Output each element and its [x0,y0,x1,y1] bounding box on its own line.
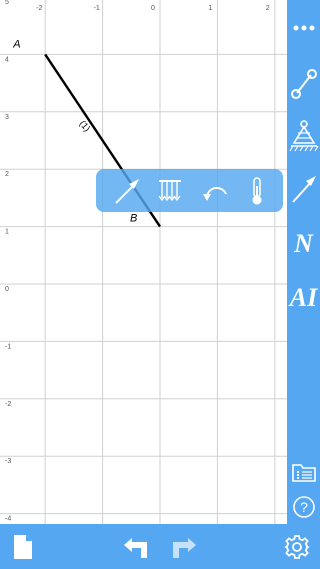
drawing-canvas[interactable]: -2 -1 0 1 2 5 4 3 2 1 0 -1 -2 -3 -4 (1) AB [0,0,287,524]
point-load-button[interactable] [108,172,145,209]
new-file-icon [14,534,32,559]
help-icon-glyph: ? [300,499,308,515]
y-tick-label: 3 [5,114,9,121]
y-tick-label: 4 [5,56,9,63]
load-toolbar [96,169,283,212]
y-tick-label: -4 [5,516,11,523]
redo-icon [173,537,196,558]
new-file-button[interactable] [8,524,38,569]
add-support-button[interactable] [287,116,320,156]
temperature-button[interactable] [238,172,275,209]
support-icon [288,120,319,152]
folder-list-icon [291,464,316,482]
x-tick-label: -2 [36,5,42,12]
help-icon: ? [292,496,315,518]
add-force-button[interactable] [287,168,320,210]
moment-icon [202,186,227,201]
bottom-toolbar [0,524,320,569]
temperature-icon [252,176,261,204]
more-icon [293,25,314,31]
ai-button[interactable]: AI [287,280,320,316]
settings-icon [284,534,310,559]
more-button[interactable] [287,10,320,46]
point-label-b: B [130,213,137,225]
y-tick-label: 2 [5,171,9,178]
grid-area[interactable]: -2 -1 0 1 2543210-1-2-3-4 (1) AB [0,0,287,524]
force-icon [291,176,316,203]
x-tick-label: -1 [94,5,100,12]
y-tick-label: 1 [5,229,9,236]
help-button[interactable]: ? [287,493,320,521]
point-load-icon [114,178,139,204]
point-label-a: A [12,38,20,50]
undo-button[interactable] [120,524,152,569]
grid-lines [0,0,287,524]
y-tick-label: -1 [5,343,11,350]
distributed-load-icon [157,179,181,201]
normal-force-button[interactable]: N [287,226,320,262]
y-tick-label: -3 [5,458,11,465]
right-sidebar: N AI ? [287,0,320,524]
normal-force-icon: N [294,229,313,258]
y-tick-label: -2 [5,401,11,408]
undo-icon [124,537,147,558]
redo-button[interactable] [168,524,200,569]
ai-icon: AI [289,283,318,312]
moment-button[interactable] [197,172,234,209]
x-tick-label: 0 [151,5,155,12]
member-icon [290,69,317,99]
y-tick-label: 0 [5,286,9,293]
file-list-button[interactable] [287,455,320,489]
x-tick-label: 1 [208,5,212,12]
distributed-load-button[interactable] [152,172,189,209]
add-member-button[interactable] [287,64,320,104]
y-tick-label: 5 [5,0,9,6]
settings-button[interactable] [282,524,312,569]
x-tick-label: 2 [266,5,270,12]
